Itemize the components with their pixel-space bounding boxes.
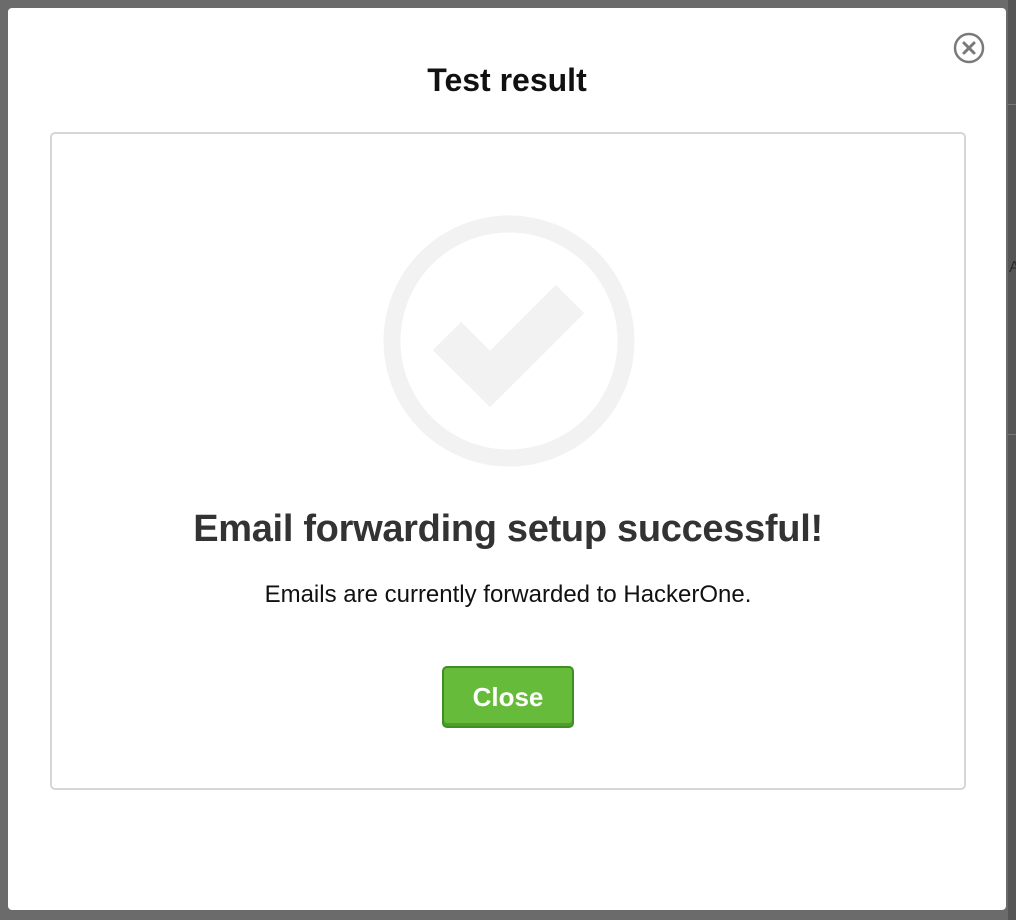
backdrop-divider (1008, 434, 1016, 435)
backdrop-page (1008, 0, 1016, 920)
check-circle-icon (382, 214, 636, 468)
close-button[interactable]: Close (442, 666, 574, 728)
modal-title: Test result (427, 62, 587, 98)
success-heading: Email forwarding setup successful! (193, 508, 823, 550)
backdrop-divider (1008, 104, 1016, 105)
result-panel: Email forwarding setup successful! Email… (50, 132, 966, 790)
test-result-modal: Test result Email forwarding setup succe… (8, 8, 1006, 910)
success-message: Emails are currently forwarded to Hacker… (264, 581, 752, 608)
backdrop-text: A (1009, 259, 1016, 276)
